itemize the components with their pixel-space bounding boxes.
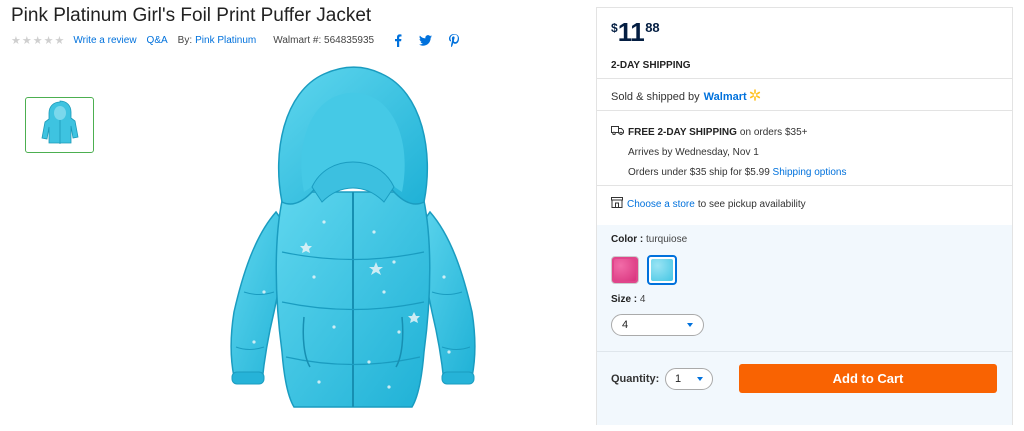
free-shipping-rest: on orders $35+ bbox=[739, 127, 808, 138]
buy-box: $ 11 88 2-DAY SHIPPING Sold & shipped by… bbox=[596, 7, 1013, 425]
add-to-cart-button[interactable]: Add to Cart bbox=[739, 364, 997, 393]
qa-link[interactable]: Q&A bbox=[147, 35, 168, 46]
color-swatch-pink[interactable] bbox=[611, 256, 639, 284]
social-share bbox=[394, 34, 460, 47]
pickup-text: to see pickup availability bbox=[697, 198, 806, 210]
free-shipping-bold: FREE 2-DAY SHIPPING bbox=[628, 127, 737, 138]
price: $ 11 88 bbox=[611, 17, 660, 47]
star-icon: ★ bbox=[21, 34, 32, 47]
choose-store-link[interactable]: Choose a store bbox=[627, 199, 695, 210]
shipping-label: 2-DAY SHIPPING bbox=[611, 60, 691, 71]
twitter-icon[interactable] bbox=[419, 35, 433, 46]
product-meta: ★ ★ ★ ★ ★ Write a review Q&A By: Pink Pl… bbox=[11, 34, 460, 47]
quantity-value: 1 bbox=[675, 373, 682, 385]
sold-by: Sold & shipped by Walmart bbox=[611, 89, 761, 104]
divider bbox=[597, 351, 1012, 352]
jacket-thumbnail-image bbox=[41, 100, 78, 144]
walmart-spark-icon bbox=[749, 89, 761, 104]
size-select[interactable]: 4 bbox=[611, 314, 704, 336]
store-icon bbox=[611, 197, 623, 211]
pinterest-icon[interactable] bbox=[449, 34, 460, 47]
rating-stars[interactable]: ★ ★ ★ ★ ★ bbox=[11, 35, 64, 47]
size-label: Size : 4 bbox=[611, 294, 645, 305]
shipping-fee-note: Orders under $35 ship for $5.99 bbox=[628, 167, 770, 178]
chevron-down-icon bbox=[697, 377, 703, 381]
divider bbox=[597, 185, 1012, 186]
pickup-info: Choose a store to see pickup availabilit… bbox=[611, 197, 806, 211]
quantity-select[interactable]: 1 bbox=[665, 368, 713, 390]
star-icon: ★ bbox=[32, 34, 43, 47]
star-icon: ★ bbox=[54, 34, 65, 47]
product-title: Pink Platinum Girl's Foil Print Puffer J… bbox=[11, 5, 372, 26]
jacket-image bbox=[230, 66, 476, 408]
divider bbox=[597, 110, 1012, 111]
divider bbox=[597, 78, 1012, 79]
size-select-value: 4 bbox=[622, 319, 629, 331]
star-icon: ★ bbox=[43, 34, 54, 47]
brand-link[interactable]: Pink Platinum bbox=[195, 35, 256, 46]
color-value: turquiose bbox=[646, 234, 688, 245]
product-thumbnail[interactable] bbox=[25, 97, 94, 153]
shipping-options-link[interactable]: Shipping options bbox=[773, 167, 847, 178]
price-cents: 88 bbox=[645, 20, 660, 35]
free-shipping-info: FREE 2-DAY SHIPPING on orders $35+ Arriv… bbox=[611, 123, 847, 183]
product-main-image[interactable] bbox=[224, 62, 482, 412]
color-label: Color : turquiose bbox=[611, 234, 687, 245]
truck-icon bbox=[611, 123, 624, 143]
quantity-label: Quantity: bbox=[611, 373, 660, 385]
color-swatch-turquoise[interactable] bbox=[647, 255, 677, 285]
chevron-down-icon bbox=[687, 323, 693, 327]
write-review-link[interactable]: Write a review bbox=[73, 35, 136, 46]
size-value: 4 bbox=[639, 294, 646, 305]
price-dollars: 11 bbox=[617, 17, 645, 47]
arrival-date: Arrives by Wednesday, Nov 1 bbox=[628, 147, 759, 158]
seller-link[interactable]: Walmart bbox=[704, 91, 747, 103]
price-currency: $ bbox=[611, 21, 618, 35]
by-label: By: bbox=[177, 35, 193, 46]
star-icon: ★ bbox=[11, 34, 21, 47]
color-label-title: Color : bbox=[611, 234, 644, 245]
item-number: Walmart #: 564835935 bbox=[273, 35, 375, 46]
sold-by-text: Sold & shipped by bbox=[611, 90, 700, 103]
facebook-icon[interactable] bbox=[394, 34, 402, 47]
size-label-title: Size : bbox=[611, 294, 638, 305]
